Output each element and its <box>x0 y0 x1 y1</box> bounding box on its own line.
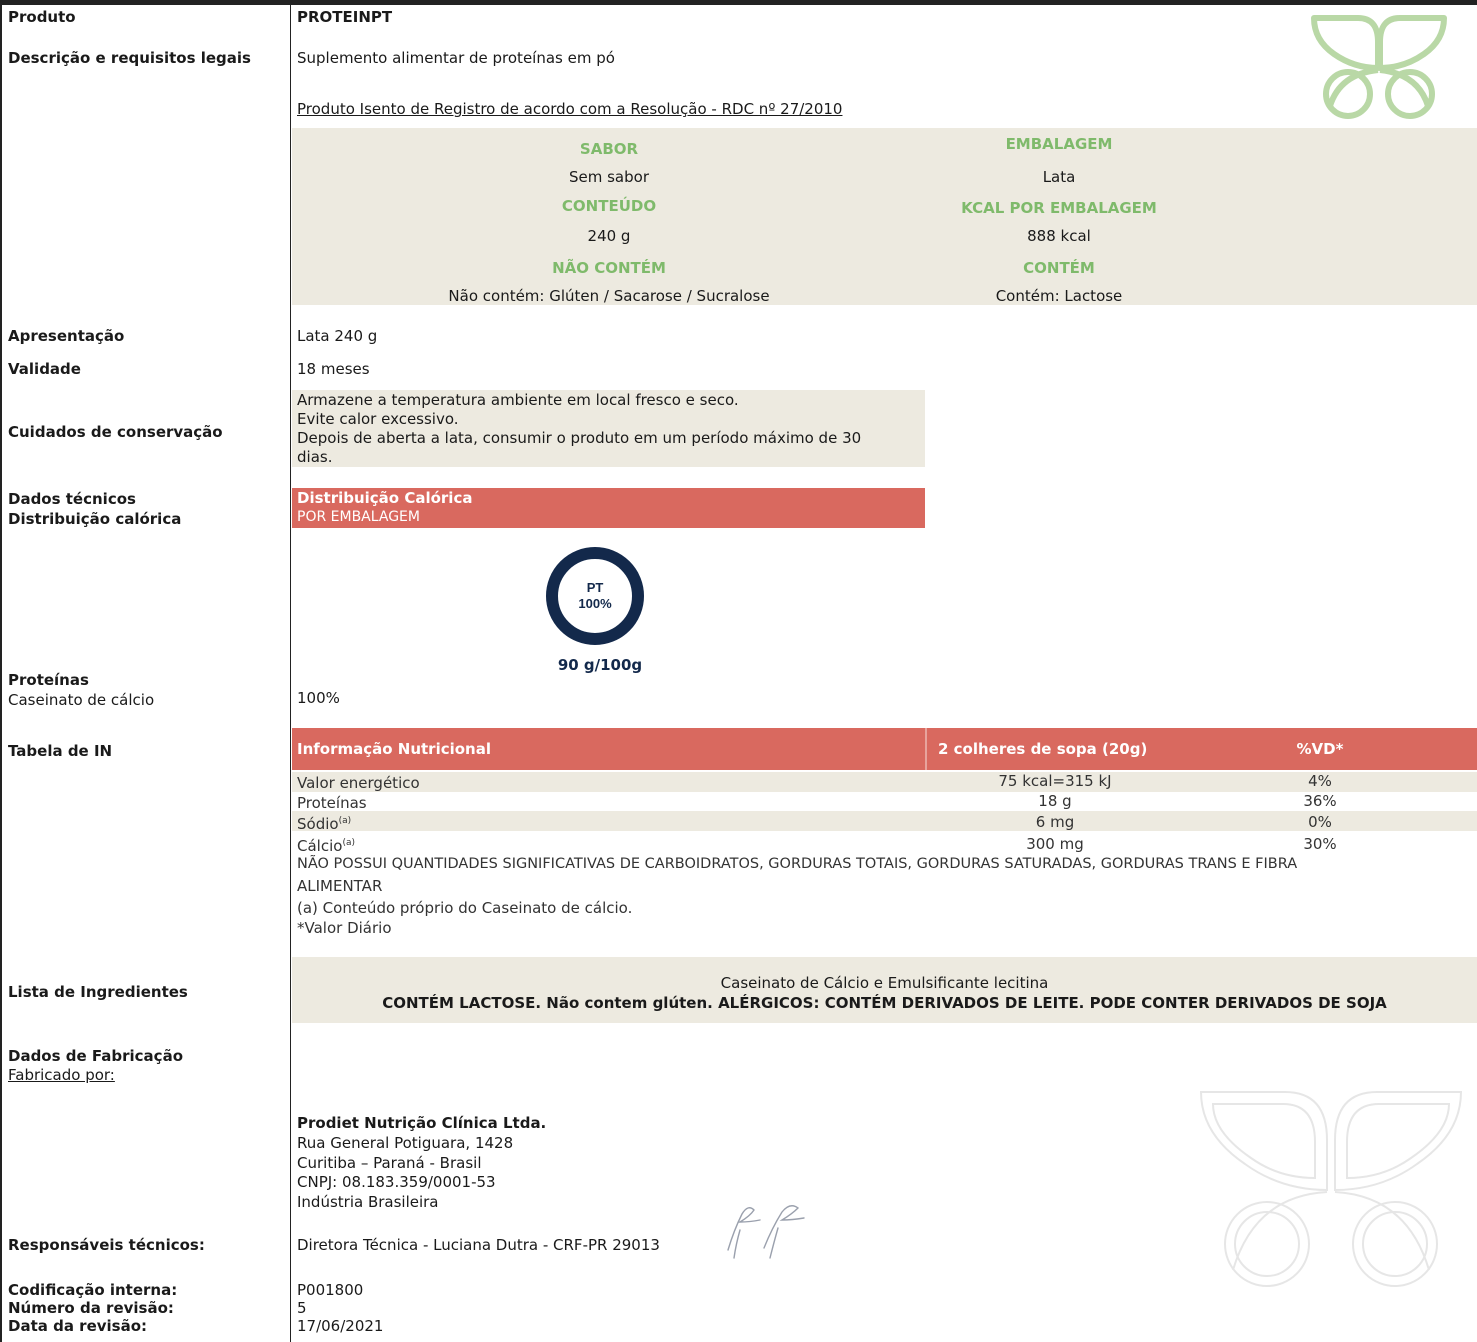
label-caseinato: Caseinato de cálcio <box>8 691 155 709</box>
label-numero-revisao: Número da revisão: <box>8 1299 174 1317</box>
column-divider <box>290 0 291 1342</box>
cuidados-line: Evite calor excessivo. <box>297 410 459 428</box>
spec-embalagem-title: EMBALAGEM <box>1005 135 1113 153</box>
codificacao-value: P001800 <box>297 1281 364 1299</box>
nutrition-row-qty: 18 g <box>1038 792 1072 810</box>
label-dados-tecnicos: Dados técnicos <box>8 490 136 508</box>
nutrition-row-qty: 300 mg <box>1026 835 1084 853</box>
label-produto: Produto <box>8 8 76 26</box>
nutrient-footnote-mark: (a) <box>342 838 355 848</box>
nutrition-row-vd: 36% <box>1303 792 1337 810</box>
ingredients-list: Caseinato de Cálcio e Emulsificante leci… <box>720 974 1049 992</box>
nutrition-header-divider <box>925 728 927 770</box>
numero-revisao-value: 5 <box>297 1299 307 1317</box>
apresentacao-value: Lata 240 g <box>297 327 378 345</box>
left-border <box>0 0 2 1342</box>
nutrition-note: ALIMENTAR <box>297 877 383 895</box>
spec-sabor-value: Sem sabor <box>568 168 649 186</box>
label-responsaveis: Responsáveis técnicos: <box>8 1236 205 1254</box>
nutrition-header-vd: %VD* <box>1296 740 1344 758</box>
label-cuidados: Cuidados de conservação <box>8 423 223 441</box>
watermark-logo-icon <box>1199 1091 1463 1287</box>
nutrient-name: Sódio <box>297 815 339 833</box>
cuidados-line: Depois de aberta a lata, consumir o prod… <box>297 429 862 447</box>
spec-kcal-title: KCAL POR EMBALAGEM <box>961 199 1157 217</box>
nutrient-footnote-mark: (a) <box>338 816 352 826</box>
spec-nao-contem-title: NÃO CONTÉM <box>552 259 666 277</box>
caloric-subtitle: POR EMBALAGEM <box>297 509 420 525</box>
top-border <box>0 0 1477 5</box>
nutrition-row-vd: 30% <box>1303 835 1337 853</box>
cuidados-panel: Armazene a temperatura ambiente em local… <box>292 390 925 467</box>
spec-kcal-value: 888 kcal <box>1027 227 1091 245</box>
manufacturer-address: Rua General Potiguara, 1428 <box>297 1134 514 1152</box>
spec-conteudo-value: 240 g <box>587 227 631 245</box>
signature-icon <box>727 1205 805 1259</box>
nutrition-row-qty: 6 mg <box>1035 813 1075 831</box>
cuidados-line: dias. <box>297 448 333 466</box>
label-descricao: Descrição e requisitos legais <box>8 49 251 67</box>
label-distribuicao: Distribuição calórica <box>8 510 182 528</box>
label-fabricado-por: Fabricado por: <box>8 1066 115 1084</box>
nutrition-row-name: Proteínas <box>297 794 367 812</box>
nutrition-header-serving: 2 colheres de sopa (20g) <box>938 740 1148 758</box>
proteinas-percent: 100% <box>297 689 340 707</box>
brand-logo-icon <box>1311 15 1447 119</box>
nutrition-note: NÃO POSSUI QUANTIDADES SIGNIFICATIVAS DE… <box>297 856 1298 872</box>
product-name: PROTEINPT <box>297 8 393 26</box>
ingredients-allergens: CONTÉM LACTOSE. Não contem glúten. ALÉRG… <box>382 994 1387 1012</box>
nutrient-name: Cálcio <box>297 837 343 855</box>
nutrition-row-qty: 75 kcal=315 kJ <box>998 772 1112 790</box>
spec-nao-contem-value: Não contém: Glúten / Sacarose / Sucralos… <box>448 287 770 305</box>
ring-percent: 100% <box>578 596 612 611</box>
label-codificacao: Codificação interna: <box>8 1281 178 1299</box>
ring-label: PT <box>587 580 604 595</box>
manufacturer-name: Prodiet Nutrição Clínica Ltda. <box>297 1114 547 1132</box>
registration-note: Produto Isento de Registro de acordo com… <box>297 100 843 118</box>
validade-value: 18 meses <box>297 360 370 378</box>
manufacturer-cnpj: CNPJ: 08.183.359/0001-53 <box>297 1173 496 1191</box>
manufacturer-city: Curitiba – Paraná - Brasil <box>297 1154 482 1172</box>
nutrition-row-vd: 4% <box>1308 772 1332 790</box>
spec-conteudo-title: CONTEÚDO <box>561 197 657 215</box>
label-apresentacao: Apresentação <box>8 327 125 345</box>
nutrition-vd-note: *Valor Diário <box>297 919 392 937</box>
nutrition-footnote: (a) Conteúdo próprio do Caseinato de cál… <box>297 899 633 917</box>
spec-sabor-title: SABOR <box>579 140 639 158</box>
nutrition-row-name: Sódio(a) <box>297 815 351 833</box>
nutrition-row-name: Cálcio(a) <box>297 837 355 855</box>
label-ingredientes: Lista de Ingredientes <box>8 983 188 1001</box>
responsible-value: Diretora Técnica - Luciana Dutra - CRF-P… <box>297 1236 660 1254</box>
label-data-revisao: Data da revisão: <box>8 1317 148 1335</box>
cuidados-line: Armazene a temperatura ambiente em local… <box>297 391 739 409</box>
data-revisao-value: 17/06/2021 <box>297 1317 384 1335</box>
description-value: Suplemento alimentar de proteínas em pó <box>297 49 615 67</box>
label-proteinas: Proteínas <box>8 671 89 689</box>
spec-contem-title: CONTÉM <box>1023 259 1095 277</box>
label-dados-fabricacao: Dados de Fabricação <box>8 1047 183 1065</box>
caloric-title: Distribuição Calórica <box>297 489 473 507</box>
nutrition-header-title: Informação Nutricional <box>297 740 492 758</box>
spec-embalagem-value: Lata <box>1042 168 1076 186</box>
label-validade: Validade <box>8 360 81 378</box>
nutrition-row-vd: 0% <box>1308 813 1332 831</box>
caloric-header: Distribuição Calórica POR EMBALAGEM <box>292 488 925 528</box>
manufacturer-origin: Indústria Brasileira <box>297 1193 439 1211</box>
caloric-ring-chart: PT 100% <box>546 547 644 645</box>
spec-contem-value: Contém: Lactose <box>995 287 1123 305</box>
ring-amount: 90 g/100g <box>557 656 643 674</box>
label-tabela-in: Tabela de IN <box>8 742 113 760</box>
nutrition-row-name: Valor energético <box>297 774 420 792</box>
